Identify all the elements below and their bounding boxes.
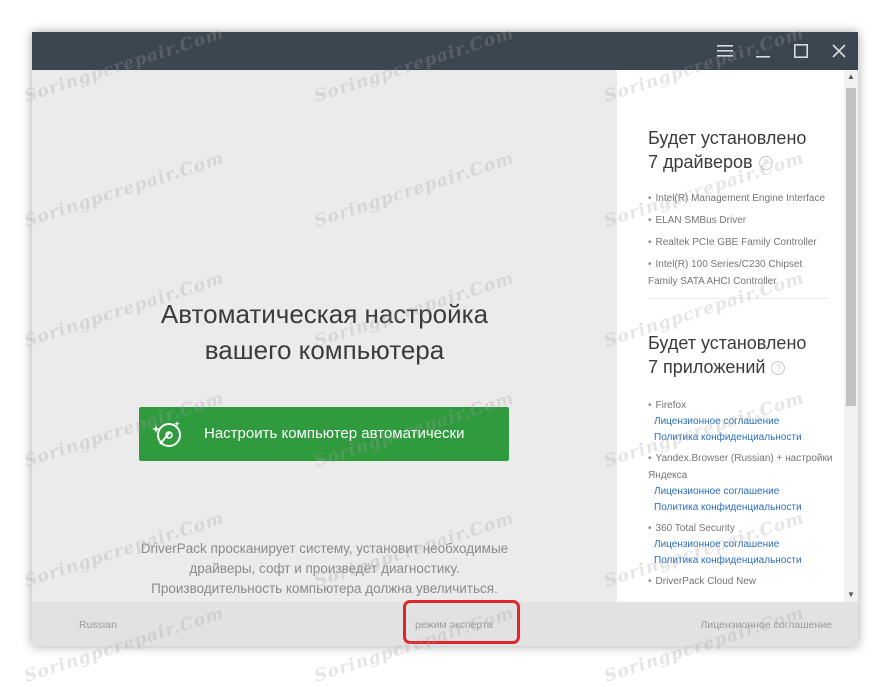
license-link[interactable]: Лицензионное соглашение	[648, 414, 833, 430]
description-line-3: Производительность компьютера должна уве…	[151, 581, 498, 596]
apps-heading-line-1: Будет установлено	[648, 333, 807, 353]
auto-setup-label: Настроить компьютер автоматически	[204, 425, 465, 442]
scroll-thumb[interactable]	[846, 88, 856, 406]
maximize-icon[interactable]	[782, 32, 820, 70]
disc-magic-icon	[152, 421, 181, 447]
list-item: • Intel(R) 100 Series/C230 Chipset Family…	[648, 256, 833, 290]
bullet: •	[648, 215, 652, 226]
description-line-2: драйверы, софт и произведёт диагностику.	[189, 561, 460, 576]
scroll-down-icon[interactable]: ▼	[844, 588, 858, 602]
scroll-up-icon[interactable]: ▲	[844, 70, 858, 84]
list-item: • Intel(R) Management Engine Interface	[648, 190, 833, 207]
drivers-heading-line-1: Будет установлено	[648, 128, 807, 148]
close-icon[interactable]	[820, 32, 858, 70]
bullet: •	[648, 453, 652, 464]
bullet: •	[648, 523, 652, 534]
driver-name: Intel(R) 100 Series/C230 Chipset Family …	[648, 259, 803, 287]
list-item: • Realtek PCIe GBE Family Controller	[648, 234, 833, 251]
minimize-icon[interactable]	[744, 32, 782, 70]
sidebar-scrollbar[interactable]: ▲ ▼	[844, 70, 858, 602]
description-line-1: DriverPack просканирует систему, установ…	[140, 541, 509, 556]
apps-heading-line-2: 7 приложений	[648, 357, 766, 377]
privacy-link[interactable]: Политика конфиденциальности	[648, 500, 833, 516]
privacy-link[interactable]: Политика конфиденциальности	[648, 430, 833, 446]
description: DriverPack просканирует систему, установ…	[92, 539, 557, 599]
expert-mode-highlight	[403, 600, 520, 644]
bullet: •	[648, 576, 652, 587]
help-icon[interactable]: ?	[771, 361, 786, 376]
list-item: • Firefox Лицензионное соглашение Политик…	[648, 397, 833, 446]
bullet: •	[648, 237, 652, 248]
app-name: Yandex.Browser (Russian) + настройки Янд…	[648, 453, 833, 481]
drivers-heading: Будет установлено 7 драйверов?	[648, 126, 833, 174]
help-icon[interactable]: ?	[758, 156, 773, 171]
list-item: • ELAN SMBus Driver	[648, 212, 833, 229]
bullet: •	[648, 400, 652, 411]
language-selector[interactable]: Russian	[79, 619, 117, 631]
app-list: • Firefox Лицензионное соглашение Политик…	[648, 397, 833, 594]
drivers-heading-line-2: 7 драйверов	[648, 152, 753, 172]
app-name: DriverPack Cloud New	[655, 576, 757, 587]
driverpack-window: Автоматическая настройка вашего компьюте…	[32, 32, 858, 646]
auto-setup-button[interactable]: Настроить компьютер автоматически	[139, 407, 509, 461]
driver-list: • Intel(R) Management Engine Interface • E…	[648, 190, 833, 295]
headline-line-2: вашего компьютера	[204, 335, 445, 365]
list-item: • Yandex.Browser (Russian) + настройки Ян…	[648, 450, 833, 516]
list-item: • DriverPack Cloud New	[648, 573, 833, 590]
divider	[648, 298, 828, 299]
license-link-footer[interactable]: Лицензионное соглашение	[700, 619, 832, 631]
driver-name: Realtek PCIe GBE Family Controller	[655, 237, 817, 248]
app-name: 360 Total Security	[655, 523, 735, 534]
main-panel: Автоматическая настройка вашего компьюте…	[32, 70, 617, 602]
driver-name: ELAN SMBus Driver	[655, 215, 747, 226]
page-title: Автоматическая настройка вашего компьюте…	[32, 296, 617, 368]
driver-name: Intel(R) Management Engine Interface	[655, 193, 826, 204]
hamburger-icon[interactable]	[706, 32, 744, 70]
app-name: Firefox	[655, 400, 687, 411]
bullet: •	[648, 259, 652, 270]
privacy-link[interactable]: Политика конфиденциальности	[648, 553, 833, 569]
headline-line-1: Автоматическая настройка	[160, 299, 489, 329]
list-item: • 360 Total Security Лицензионное соглаше…	[648, 520, 833, 569]
titlebar	[32, 32, 858, 70]
license-link[interactable]: Лицензионное соглашение	[648, 537, 833, 553]
apps-heading: Будет установлено 7 приложений?	[648, 331, 833, 379]
install-summary-sidebar: Будет установлено 7 драйверов? • Intel(R)…	[617, 70, 858, 602]
bullet: •	[648, 193, 652, 204]
license-link[interactable]: Лицензионное соглашение	[648, 484, 833, 500]
